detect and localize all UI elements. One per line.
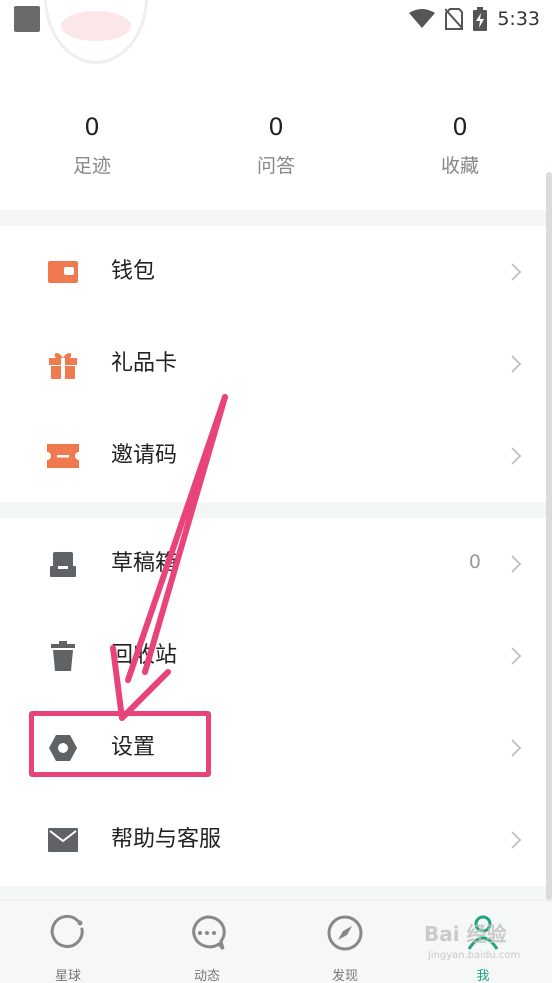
nav-label: 动态: [193, 969, 220, 983]
section-divider: [0, 502, 552, 518]
menu-item-label: 礼品卡: [111, 351, 178, 376]
avatar[interactable]: [44, 0, 148, 64]
chevron-right-icon: [511, 447, 522, 465]
nav-label: 发现: [331, 969, 358, 983]
menu-item-gift-card[interactable]: 礼品卡: [0, 318, 545, 410]
menu-item-drafts[interactable]: 草稿箱 0: [0, 518, 545, 610]
wifi-icon: [409, 9, 436, 28]
stat-label: 足迹: [72, 155, 111, 177]
menu-item-help-support[interactable]: 帮助与客服: [0, 794, 545, 886]
planet-icon: [50, 914, 84, 948]
stats-row: 0 足迹 0 问答 0 收藏: [0, 100, 552, 210]
drafts-count: 0: [468, 551, 481, 573]
wallet-icon: [47, 256, 79, 288]
nav-label: 星球: [54, 969, 81, 983]
nav-tab-discover[interactable]: 发现: [295, 913, 395, 983]
chevron-right-icon: [511, 831, 522, 849]
nav-tab-feed[interactable]: 动态: [157, 913, 257, 983]
menu-item-label: 帮助与客服: [111, 827, 222, 852]
stat-favorites[interactable]: 0 收藏: [400, 112, 520, 178]
trash-icon: [47, 640, 79, 672]
chat-bubble-icon: [192, 915, 226, 950]
watermark-logo: Bai 经验: [424, 922, 507, 946]
stat-label: 问答: [256, 155, 295, 177]
section-divider: [0, 886, 552, 900]
gift-icon: [47, 348, 79, 380]
menu-item-invite-code[interactable]: 邀请码: [0, 410, 545, 502]
chevron-right-icon: [511, 263, 522, 281]
scrollbar[interactable]: [546, 172, 552, 900]
stat-footprints[interactable]: 0 足迹: [32, 112, 152, 178]
settings-highlight-box: [29, 711, 211, 777]
chevron-right-icon: [511, 739, 522, 757]
stat-count: 0: [84, 113, 100, 141]
mail-icon: [47, 824, 79, 856]
status-icons: 5:33: [409, 6, 540, 32]
nav-tab-planet[interactable]: 星球: [18, 913, 118, 983]
menu-item-recycle-bin[interactable]: 回收站: [0, 610, 545, 702]
stat-count: 0: [452, 113, 468, 141]
watermark-url: jingyan.baidu.com: [428, 950, 521, 961]
drafts-icon: [47, 548, 79, 580]
notification-app-icon: [14, 6, 40, 32]
status-time: 5:33: [497, 8, 540, 30]
ticket-icon: [47, 440, 79, 472]
stat-label: 收藏: [440, 155, 479, 177]
menu-item-label: 草稿箱: [111, 551, 178, 576]
menu-item-label: 邀请码: [111, 443, 178, 468]
menu-item-label: 钱包: [111, 259, 156, 284]
menu-item-label: 回收站: [111, 643, 178, 668]
nav-label: 我: [476, 969, 490, 983]
chevron-right-icon: [511, 555, 522, 573]
battery-charging-icon: [473, 7, 488, 31]
chevron-right-icon: [511, 647, 522, 665]
no-sim-icon: [445, 8, 464, 30]
menu-item-wallet[interactable]: 钱包: [0, 226, 545, 318]
section-divider: [0, 210, 552, 226]
stat-qa[interactable]: 0 问答: [216, 112, 336, 178]
stat-count: 0: [268, 113, 284, 141]
compass-icon: [327, 915, 363, 951]
chevron-right-icon: [511, 355, 522, 373]
